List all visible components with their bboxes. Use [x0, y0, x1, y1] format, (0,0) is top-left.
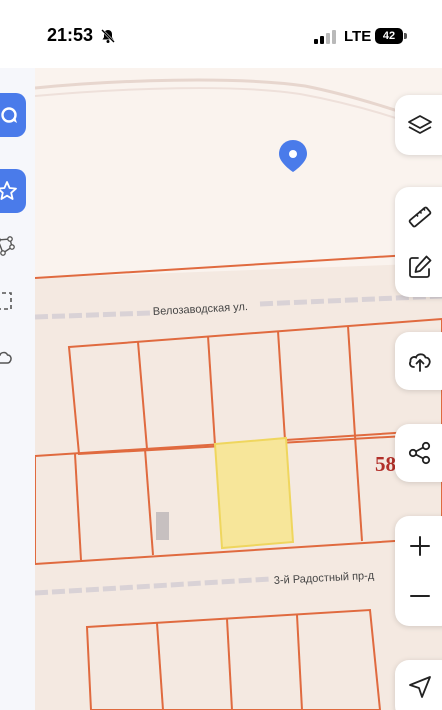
navigation-panel: [395, 660, 442, 710]
chat-button[interactable]: [0, 93, 26, 137]
chat-bubble-icon: [1, 107, 17, 123]
map-drawing[interactable]: Велозаводская ул. 3-й Радостный пр-д 58: [35, 68, 442, 710]
street-label-radostny: 3-й Радостный пр-д: [274, 570, 376, 587]
star-icon: [0, 181, 17, 200]
edit-icon[interactable]: [407, 254, 433, 280]
map-building: [156, 512, 169, 540]
zoom-out-icon[interactable]: [407, 583, 433, 609]
bell-muted-icon: [101, 29, 115, 43]
status-time: 21:53: [47, 25, 94, 45]
layers-panel: [395, 95, 442, 155]
battery-icon: 42: [375, 28, 403, 44]
signal-icon: [314, 30, 336, 44]
parcel-number-label: 58: [375, 452, 396, 476]
map-parcel-line: [144, 448, 154, 556]
map-canvas[interactable]: Велозаводская ул. 3-й Радостный пр-д 58: [35, 68, 442, 710]
navigate-icon[interactable]: [407, 674, 433, 700]
map-block-bottom: [85, 608, 382, 710]
zoom-in-icon[interactable]: [407, 533, 433, 559]
map-area-upper: [35, 68, 442, 278]
left-toolbar: [0, 68, 35, 710]
upload-cloud-icon[interactable]: [407, 348, 433, 374]
map-parcel-line: [226, 618, 233, 710]
zoom-panel: [395, 516, 442, 626]
layers-icon[interactable]: [407, 112, 433, 138]
map-parcel-line: [207, 335, 216, 446]
map-street-dash-1b: [259, 293, 442, 307]
map-parcel-line: [296, 614, 303, 710]
ruler-icon[interactable]: [407, 204, 433, 230]
upload-panel: [395, 332, 442, 390]
map-parcel-line: [156, 622, 164, 710]
battery-tip: [404, 33, 407, 39]
map-parcel-line: [354, 435, 363, 542]
street-label-velozavodskaya: Велозаводская ул.: [153, 301, 249, 318]
map-street-dash-1a: [35, 310, 151, 320]
network-label: LTE: [344, 28, 372, 45]
share-panel: [395, 424, 442, 482]
tools-panel: [395, 187, 442, 297]
dashed-select-icon[interactable]: [0, 290, 14, 312]
cloud-icon[interactable]: [0, 346, 14, 368]
share-icon[interactable]: [407, 440, 433, 466]
map-parcel-line: [74, 453, 82, 561]
map-selected-parcel[interactable]: [213, 436, 295, 550]
map-parcel-line: [277, 330, 286, 441]
polygon-nodes-icon[interactable]: [0, 235, 16, 257]
status-bar: 21:53 LTE 42: [0, 0, 442, 68]
map-parcel-line: [347, 325, 356, 437]
favorites-button[interactable]: [0, 169, 26, 213]
map-parcel-line: [137, 341, 148, 450]
map-street-dash-2: [35, 576, 272, 596]
